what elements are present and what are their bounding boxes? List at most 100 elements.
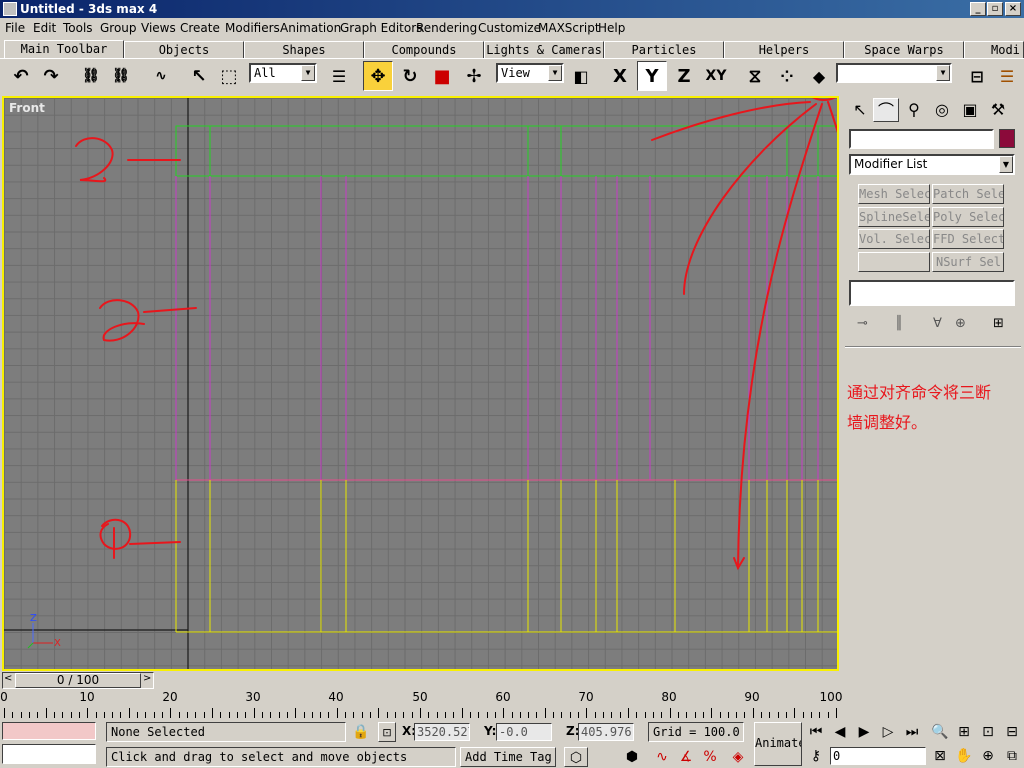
cube-icon[interactable]: ⬢	[622, 747, 642, 767]
restrict-y-button[interactable]: Y	[637, 61, 667, 91]
pin-stack-icon[interactable]: ⊸	[857, 316, 868, 331]
absolute-mode-icon[interactable]: ⊡	[378, 722, 396, 742]
tab-objects[interactable]: Objects	[124, 41, 244, 58]
animate-button[interactable]: Animate	[754, 722, 802, 766]
angle-snap-icon[interactable]: ∡	[676, 747, 696, 767]
modifier-list-dropdown[interactable]: Modifier List ▼	[849, 154, 1015, 175]
frame-display[interactable]: 0 / 100	[15, 673, 141, 688]
restrict-x-button[interactable]: X	[605, 61, 635, 91]
tab-lights-cameras[interactable]: Lights & Cameras	[484, 41, 604, 58]
selection-filter-dropdown[interactable]: All ▼	[249, 63, 317, 83]
zoom-icon[interactable]: 🔍	[930, 722, 950, 742]
modify-tab-icon[interactable]: ⌒	[873, 98, 899, 122]
front-viewport[interactable]: Front Z X	[2, 96, 839, 671]
array-icon[interactable]: ⁘	[772, 61, 802, 91]
menu-animation[interactable]: Animation	[280, 21, 341, 35]
menu-tools[interactable]: Tools	[63, 21, 93, 35]
maximize-viewport-icon[interactable]: ⧉	[1002, 746, 1022, 766]
prev-frame-icon[interactable]: <	[4, 673, 12, 684]
redo-icon[interactable]: ↷	[36, 61, 66, 91]
object-color-swatch[interactable]	[999, 129, 1015, 148]
pivot-center-icon[interactable]: ◧	[566, 61, 596, 91]
chevron-down-icon[interactable]: ▼	[548, 65, 562, 81]
mirror-icon[interactable]: ⧖	[740, 61, 770, 91]
app-icon[interactable]	[3, 2, 17, 16]
select-object-icon[interactable]: ↖	[184, 61, 214, 91]
go-to-end-icon[interactable]: ⏭	[902, 722, 922, 742]
select-and-move-icon[interactable]: ✥	[363, 61, 393, 91]
make-unique-icon[interactable]: ∀	[933, 316, 942, 331]
arc-rotate-icon[interactable]: ⊕	[978, 746, 998, 766]
unlink-icon[interactable]: ⛓	[106, 61, 136, 91]
time-slider[interactable]: < 0 / 100 >	[2, 672, 154, 689]
degradation-override-icon[interactable]: ⬡	[564, 747, 588, 767]
menu-graph-editors[interactable]: Graph Editors	[340, 21, 422, 35]
play-icon[interactable]: ▶	[854, 722, 874, 742]
tab-particles[interactable]: Particles	[604, 41, 724, 58]
reference-coord-dropdown[interactable]: View ▼	[496, 63, 564, 83]
ffd-select-button[interactable]: FFD Select	[932, 229, 1004, 249]
select-and-manipulate-icon[interactable]: ✢	[459, 61, 489, 91]
x-coordinate-field[interactable]: 3520.527	[414, 723, 470, 741]
y-coordinate-field[interactable]: -0.0	[496, 723, 552, 741]
align-icon[interactable]: ◆	[804, 61, 834, 91]
add-time-tag-button[interactable]: Add Time Tag	[460, 747, 556, 767]
configure-modifier-sets-icon[interactable]: ⊞	[993, 316, 1004, 331]
menu-maxscript[interactable]: MAXScript	[538, 21, 600, 35]
utilities-tab-icon[interactable]: ⚒	[985, 98, 1011, 122]
pan-icon[interactable]: ✋	[954, 746, 974, 766]
maximize-button[interactable]: ▫	[987, 2, 1003, 16]
restrict-z-button[interactable]: Z	[669, 61, 699, 91]
motion-tab-icon[interactable]: ◎	[929, 98, 955, 122]
zoom-extents-icon[interactable]: ⊡	[978, 722, 998, 742]
chevron-down-icon[interactable]: ▼	[301, 65, 315, 81]
selection-region-icon[interactable]: ⬚	[214, 61, 244, 91]
track-view-icon[interactable]: ⊟	[962, 61, 992, 91]
spline-select-button[interactable]: SplineSelect	[858, 207, 930, 227]
track-bar[interactable]: 0 10 20 30 40 50 60 70 80 90 100	[0, 690, 842, 718]
select-and-scale-icon[interactable]: ■	[427, 61, 457, 91]
tab-modifiers[interactable]: Modi	[964, 41, 1024, 58]
menu-modifiers[interactable]: Modifiers	[225, 21, 280, 35]
restrict-xy-button[interactable]: XY	[701, 61, 731, 91]
percent-snap-icon[interactable]: %	[700, 747, 720, 767]
field-of-view-icon[interactable]: ⊠	[930, 746, 950, 766]
vol-select-button[interactable]: Vol. Select	[858, 229, 930, 249]
select-by-name-icon[interactable]: ☰	[324, 61, 354, 91]
poly-select-button[interactable]: Poly Select	[932, 207, 1004, 227]
minimize-button[interactable]: _	[970, 2, 986, 16]
tab-helpers[interactable]: Helpers	[724, 41, 844, 58]
mesh-select-button[interactable]: Mesh Select	[858, 184, 930, 204]
show-end-result-icon[interactable]: ║	[895, 316, 903, 331]
tab-space-warps[interactable]: Space Warps	[844, 41, 964, 58]
empty-modifier-button[interactable]	[858, 252, 930, 272]
select-and-link-icon[interactable]: ⛓	[76, 61, 106, 91]
tab-main-toolbar[interactable]: Main Toolbar	[4, 40, 124, 59]
chevron-down-icon[interactable]: ▼	[936, 65, 950, 81]
zoom-extents-all-icon[interactable]: ⊟	[1002, 722, 1022, 742]
key-mode-icon[interactable]: ⚷	[806, 746, 826, 766]
menu-file[interactable]: File	[5, 21, 25, 35]
menu-rendering[interactable]: Rendering	[416, 21, 477, 35]
remove-modifier-icon[interactable]: ⊕	[955, 316, 966, 331]
z-coordinate-field[interactable]: 405.976	[578, 723, 634, 741]
bind-space-warp-icon[interactable]: ∿	[146, 61, 176, 91]
menu-group[interactable]: Group	[100, 21, 137, 35]
maxscript-input-mini[interactable]	[2, 744, 96, 764]
schematic-view-icon[interactable]: ☰	[992, 61, 1022, 91]
tab-shapes[interactable]: Shapes	[244, 41, 364, 58]
lock-selection-icon[interactable]: 🔒	[352, 722, 370, 742]
next-frame-icon[interactable]: ▷	[878, 722, 898, 742]
menu-views[interactable]: Views	[141, 21, 176, 35]
menu-customize[interactable]: Customize	[478, 21, 541, 35]
menu-edit[interactable]: Edit	[33, 21, 56, 35]
menu-help[interactable]: Help	[598, 21, 625, 35]
previous-frame-icon[interactable]: ◀	[830, 722, 850, 742]
display-tab-icon[interactable]: ▣	[957, 98, 983, 122]
hierarchy-tab-icon[interactable]: ⚲	[901, 98, 927, 122]
modifier-stack-list[interactable]	[849, 280, 1015, 306]
zoom-all-icon[interactable]: ⊞	[954, 722, 974, 742]
undo-icon[interactable]: ↶	[6, 61, 36, 91]
named-selection-sets-dropdown[interactable]: ▼	[836, 63, 952, 83]
object-name-field[interactable]	[849, 129, 994, 149]
